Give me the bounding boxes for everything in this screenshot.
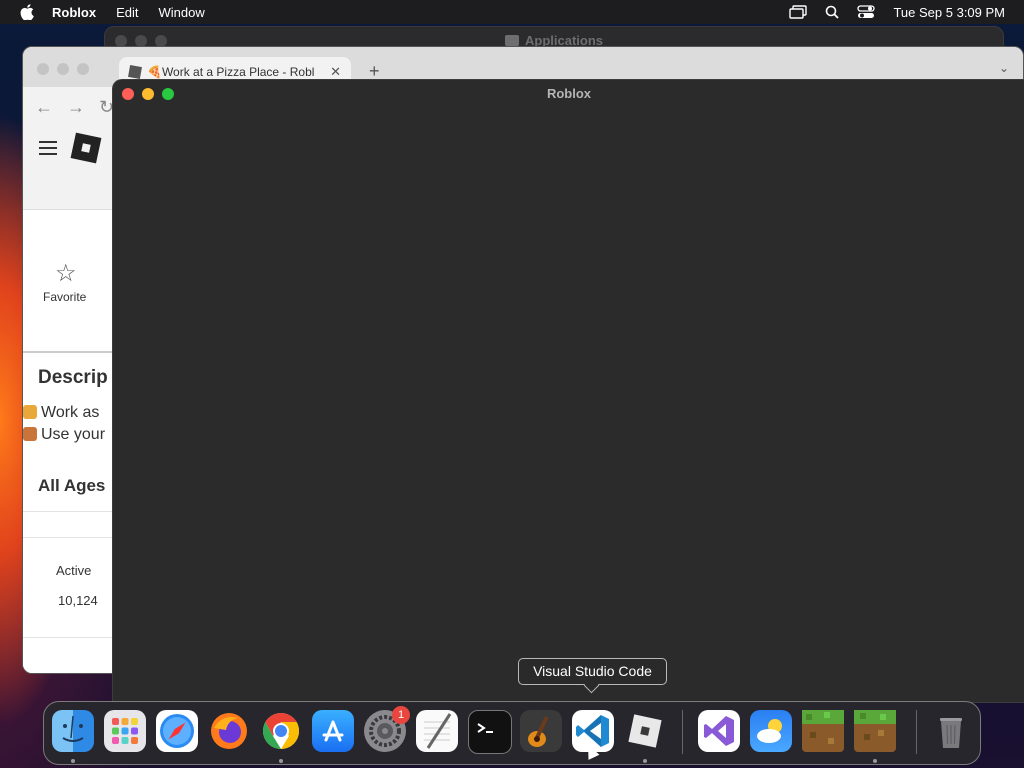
roblox-logo-icon[interactable] — [70, 132, 102, 164]
running-indicator — [873, 759, 877, 763]
browser-tab-title: 🍕Work at a Pizza Place - Robl — [147, 65, 315, 79]
forward-arrow-icon[interactable]: → — [67, 97, 85, 118]
weather-icon[interactable] — [750, 710, 792, 752]
spotlight-search-icon[interactable] — [825, 5, 840, 19]
back-arrow-icon[interactable]: ← — [35, 97, 53, 118]
chevron-down-icon[interactable]: ⌄ — [999, 61, 1009, 75]
terminal-icon[interactable] — [468, 710, 512, 754]
textedit-icon[interactable] — [416, 710, 458, 752]
menu-app-name[interactable]: Roblox — [52, 5, 96, 20]
system-settings-icon[interactable]: 1 — [364, 706, 410, 752]
menu-bar: Roblox Edit Window Tue Sep 5 3:09 PM — [0, 0, 1024, 24]
apple-icon[interactable] — [20, 4, 34, 20]
active-count: 10,124 — [58, 593, 98, 608]
trash-icon[interactable] — [930, 710, 972, 752]
chrome-icon[interactable] — [260, 710, 302, 752]
close-tab-icon[interactable]: ✕ — [330, 64, 341, 80]
garageband-icon[interactable] — [520, 710, 562, 752]
description-heading: Descrip — [38, 367, 108, 388]
hamburger-menu-icon[interactable] — [39, 141, 57, 155]
active-label: Active — [56, 563, 92, 578]
favorite-star-icon[interactable]: ☆ — [55, 259, 77, 288]
running-indicator — [279, 759, 283, 763]
description-line: Work as — [23, 404, 99, 422]
roblox-favicon-icon — [128, 65, 142, 79]
menu-edit[interactable]: Edit — [116, 5, 138, 20]
dock: 1 — [43, 701, 981, 765]
browser-window-controls[interactable] — [37, 63, 89, 75]
finder-icon[interactable] — [52, 710, 94, 752]
house-emoji-icon — [23, 427, 37, 441]
menu-clock[interactable]: Tue Sep 5 3:09 PM — [893, 5, 1005, 20]
favorite-label[interactable]: Favorite — [43, 290, 86, 304]
running-indicator — [643, 759, 647, 763]
folder-icon — [504, 35, 519, 46]
roblox-title-bar[interactable]: Roblox — [113, 80, 1024, 108]
control-center-icon[interactable] — [857, 5, 876, 19]
menu-window[interactable]: Window — [158, 5, 204, 20]
launchpad-icon[interactable] — [104, 710, 146, 752]
visual-studio-icon[interactable] — [698, 710, 740, 752]
handshake-emoji-icon — [23, 405, 37, 419]
dock-separator — [916, 710, 917, 754]
minecraft-icon[interactable] — [802, 710, 844, 752]
roblox-window-title: Roblox — [546, 86, 592, 101]
notification-badge: 1 — [392, 706, 410, 724]
description-line: Use your — [23, 426, 105, 444]
app-store-icon[interactable] — [312, 710, 354, 752]
screen-mirroring-icon[interactable] — [789, 5, 808, 19]
firefox-icon[interactable] — [208, 710, 250, 752]
roblox-app-icon[interactable] — [624, 710, 666, 752]
dock-tooltip: Visual Studio Code — [518, 658, 667, 685]
minecraft-icon[interactable] — [854, 710, 896, 752]
roblox-window[interactable]: Roblox — [112, 79, 1024, 703]
dock-separator — [682, 710, 683, 754]
safari-icon[interactable] — [156, 710, 198, 752]
age-rating: All Ages — [38, 476, 106, 495]
running-indicator — [71, 759, 75, 763]
